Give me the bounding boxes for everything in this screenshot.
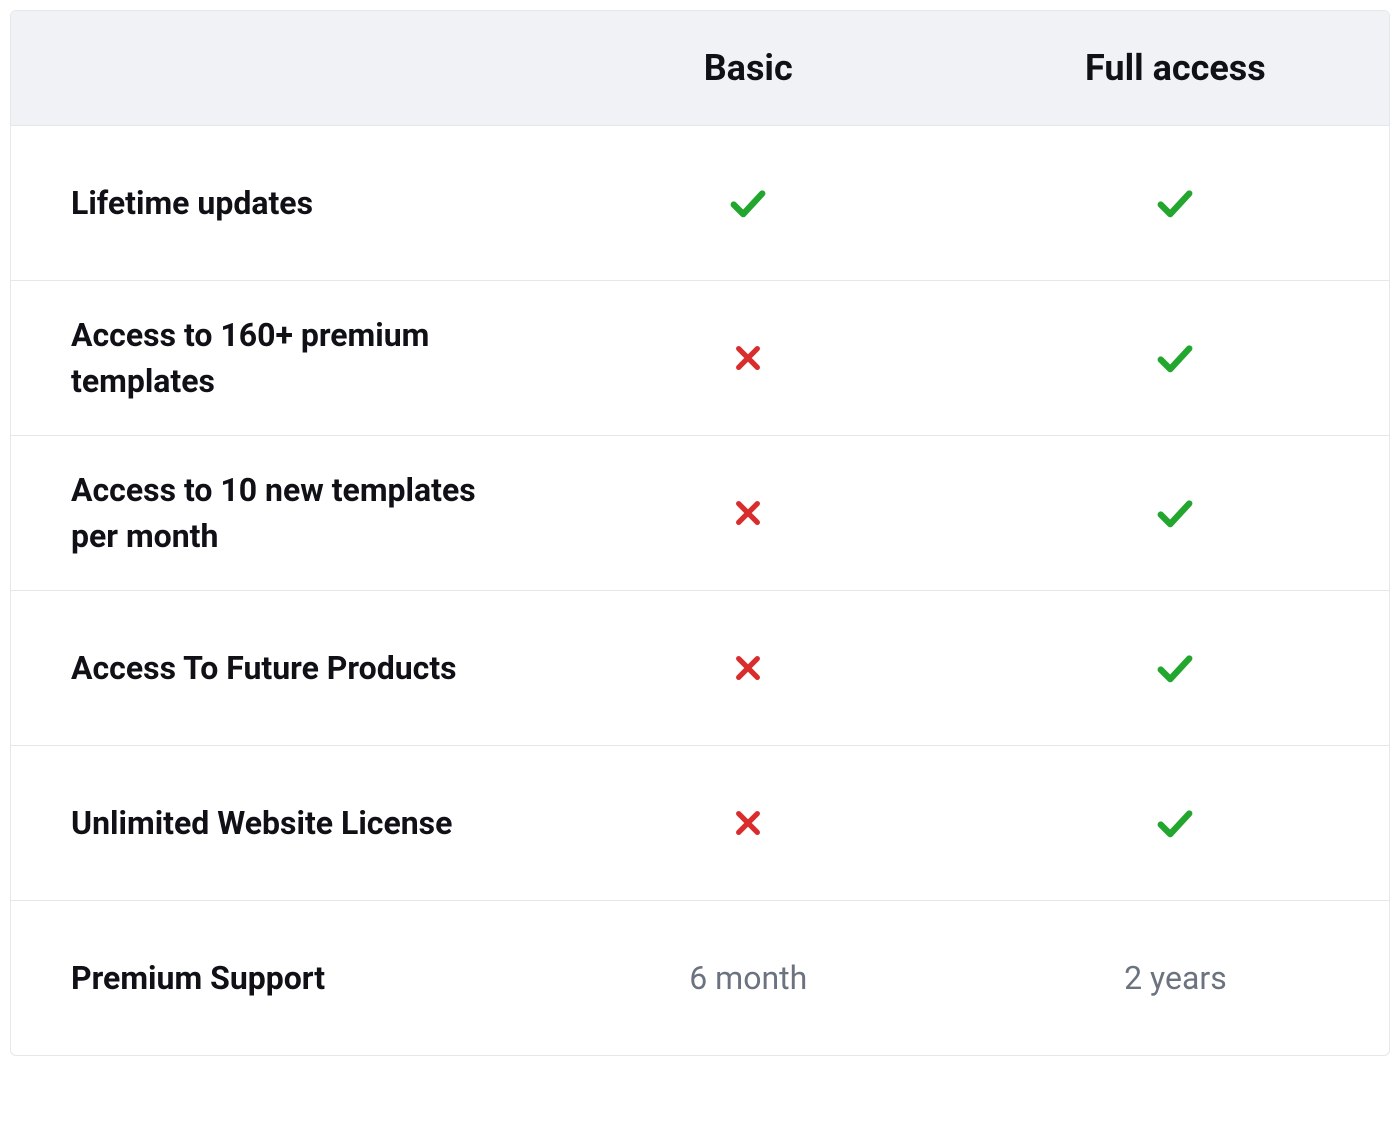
check-icon: [1156, 649, 1194, 687]
table-row: Premium Support 6 month 2 years: [11, 900, 1389, 1055]
header-feature-col: [11, 47, 535, 89]
basic-value: [535, 499, 962, 527]
cross-icon: [734, 654, 762, 682]
feature-label: Access to 160+ premium templates: [11, 312, 535, 405]
check-icon: [1156, 184, 1194, 222]
full-text-value: 2 years: [1124, 959, 1227, 997]
cross-icon: [734, 344, 762, 372]
feature-label: Access To Future Products: [11, 645, 535, 691]
feature-label: Premium Support: [11, 955, 535, 1001]
check-icon: [1156, 804, 1194, 842]
cross-icon: [734, 499, 762, 527]
table-row: Access to 160+ premium templates: [11, 280, 1389, 435]
basic-value: 6 month: [535, 959, 962, 997]
table-row: Unlimited Website License: [11, 745, 1389, 900]
check-icon: [729, 184, 767, 222]
check-icon: [1156, 494, 1194, 532]
cross-icon: [734, 809, 762, 837]
full-value: [962, 494, 1389, 532]
check-icon: [1156, 339, 1194, 377]
basic-value: [535, 809, 962, 837]
full-value: [962, 649, 1389, 687]
full-value: 2 years: [962, 959, 1389, 997]
table-row: Access To Future Products: [11, 590, 1389, 745]
feature-label: Access to 10 new templates per month: [11, 467, 535, 560]
table-row: Lifetime updates: [11, 125, 1389, 280]
basic-value: [535, 654, 962, 682]
table-row: Access to 10 new templates per month: [11, 435, 1389, 590]
full-value: [962, 804, 1389, 842]
basic-text-value: 6 month: [689, 959, 807, 997]
full-value: [962, 339, 1389, 377]
comparison-table: Basic Full access Lifetime updates Acces…: [10, 10, 1390, 1056]
basic-value: [535, 184, 962, 222]
table-header-row: Basic Full access: [11, 11, 1389, 125]
full-value: [962, 184, 1389, 222]
feature-label: Unlimited Website License: [11, 800, 535, 846]
header-plan-basic: Basic: [535, 47, 962, 89]
header-plan-full: Full access: [962, 47, 1389, 89]
feature-label: Lifetime updates: [11, 180, 535, 226]
basic-value: [535, 344, 962, 372]
